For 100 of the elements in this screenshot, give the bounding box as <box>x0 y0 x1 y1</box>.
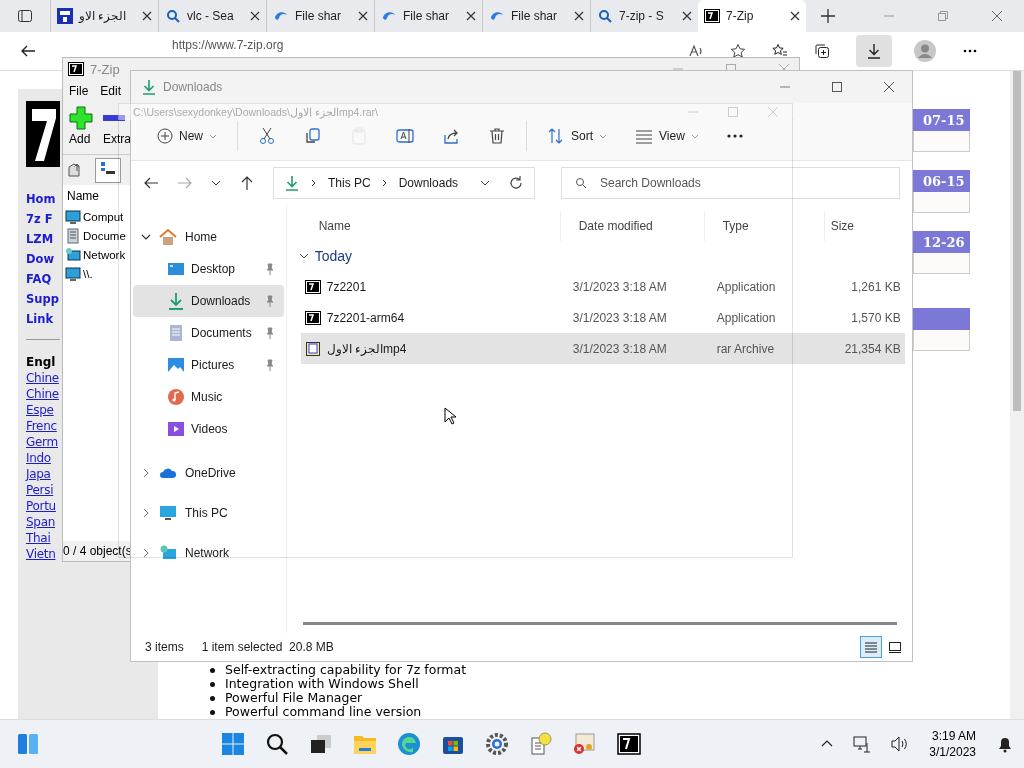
group-header[interactable]: Today <box>314 248 353 264</box>
chevron-down-icon[interactable] <box>298 251 309 261</box>
help-document-icon[interactable] <box>528 732 553 756</box>
toolbar-button[interactable]: New <box>145 122 229 149</box>
nav-link[interactable]: Link <box>26 309 59 329</box>
status-text: 3 items <box>145 640 184 654</box>
new-tab-icon[interactable] <box>820 8 836 24</box>
nav-link[interactable]: FAQ <box>26 269 59 289</box>
address-bar[interactable]: This PC Downloads <box>273 167 535 199</box>
sidebar-item[interactable]: Pictures <box>133 349 284 381</box>
gear-icon[interactable] <box>484 732 509 756</box>
sidebar-item[interactable]: Music <box>133 381 284 413</box>
close-icon[interactable] <box>682 11 692 21</box>
view-button[interactable] <box>95 157 121 183</box>
language-link[interactable]: Chine <box>26 386 59 402</box>
nav-link[interactable]: 7z F <box>26 209 59 229</box>
certificate-icon[interactable] <box>572 732 597 756</box>
nav-link[interactable]: Dow <box>26 249 59 269</box>
chevron-down-icon[interactable] <box>480 178 490 188</box>
language-link[interactable]: Espe <box>26 402 54 418</box>
menu-item[interactable]: Edit <box>100 84 122 98</box>
read-aloud-icon[interactable] <box>688 43 704 59</box>
close-icon[interactable] <box>358 11 368 21</box>
language-link[interactable]: Japa <box>26 466 51 482</box>
toolbar-button[interactable]: Sort <box>535 122 620 149</box>
breadcrumb-item[interactable]: This PC <box>328 176 371 190</box>
search-icon[interactable] <box>264 732 289 756</box>
language-link[interactable]: Thai <box>26 530 51 546</box>
language-link[interactable]: Germ <box>26 434 58 450</box>
star-icon[interactable] <box>730 43 746 59</box>
clock[interactable]: 3:19 AM 3/1/2023 <box>929 728 976 760</box>
sidebar-item[interactable]: Desktop <box>133 253 284 285</box>
sidebar-item[interactable]: OneDrive <box>133 453 284 493</box>
back-icon[interactable] <box>20 43 36 59</box>
file-row[interactable]: 7z2201-arm64 3/1/2023 3:18 AM Application 1,570 KB <box>300 302 905 333</box>
sidebar-item[interactable]: Videos <box>133 413 284 445</box>
collections-icon[interactable] <box>814 43 830 59</box>
sidebar-item[interactable]: Downloads <box>133 285 284 317</box>
task-view-icon[interactable] <box>308 732 333 756</box>
chevron-right-icon[interactable] <box>141 468 151 478</box>
toolbar-button[interactable]: View <box>623 122 711 149</box>
breadcrumb-item[interactable]: Downloads <box>398 176 459 190</box>
chevron-down-icon[interactable] <box>211 178 221 188</box>
close-icon[interactable] <box>142 11 152 21</box>
list-item[interactable]: \\. <box>65 266 93 282</box>
language-link[interactable]: Persi <box>26 482 54 498</box>
column-header[interactable]: Size <box>824 211 901 241</box>
refresh-icon[interactable] <box>508 175 524 191</box>
notification-icon[interactable] <box>996 735 1014 753</box>
close-icon[interactable] <box>884 82 894 92</box>
chevron-right-icon[interactable] <box>141 508 151 518</box>
sidebar-item[interactable]: This PC <box>133 493 284 533</box>
language-link[interactable]: Span <box>26 514 55 530</box>
address-field[interactable]: https://www.7-zip.org <box>172 38 284 52</box>
file-row[interactable]: 7z2201 3/1/2023 3:18 AM Application 1,261 KB <box>300 271 905 302</box>
language-link[interactable]: Indo <box>26 450 51 466</box>
nav-link[interactable]: Hom <box>26 189 59 209</box>
widgets-icon[interactable] <box>16 732 40 756</box>
column-header[interactable]: Name <box>296 211 561 241</box>
close-icon[interactable] <box>466 11 476 21</box>
tab-actions-icon[interactable] <box>17 8 33 24</box>
sidebar-item[interactable]: Network <box>133 533 284 573</box>
list-item[interactable]: Docume <box>65 228 126 244</box>
browser-tab[interactable]: 7-Zip <box>698 0 806 32</box>
column-header[interactable]: Name <box>65 189 99 203</box>
nav-link[interactable]: Supp <box>26 289 59 309</box>
sidebar-item[interactable]: Home <box>133 221 284 253</box>
language-link[interactable]: Vietn <box>26 546 56 562</box>
language-link[interactable]: Chine <box>26 370 59 386</box>
avatar-icon[interactable] <box>914 40 936 62</box>
toolbar-button[interactable]: Extra <box>103 106 131 150</box>
back-icon[interactable] <box>143 175 159 191</box>
chevron-right-icon[interactable] <box>141 548 151 558</box>
sidebar-item[interactable]: Documents <box>133 317 284 349</box>
column-header[interactable]: Type <box>704 211 825 241</box>
language-link[interactable]: Portu <box>26 498 56 514</box>
network-icon[interactable] <box>853 735 872 753</box>
start-icon[interactable] <box>220 732 245 756</box>
up-icon[interactable] <box>239 175 255 191</box>
app-icon[interactable] <box>616 732 641 756</box>
close-icon[interactable] <box>790 11 800 21</box>
downloads-button[interactable] <box>856 35 892 67</box>
scrollbar[interactable] <box>1010 71 1024 719</box>
search-field[interactable]: Search Downloads <box>561 167 900 199</box>
column-header[interactable]: Date modified <box>560 211 705 241</box>
favorites-icon[interactable] <box>772 43 788 59</box>
scrollbar[interactable] <box>302 622 897 625</box>
chevron-down-icon[interactable] <box>141 232 151 242</box>
nav-link[interactable]: LZM <box>26 229 59 249</box>
list-item[interactable]: Network <box>65 247 126 263</box>
menu-item[interactable]: File <box>69 84 89 98</box>
speaker-icon[interactable] <box>891 735 910 753</box>
browser-icon[interactable] <box>396 732 421 756</box>
view-toggle[interactable] <box>860 636 882 658</box>
close-icon[interactable] <box>250 11 260 21</box>
maximize-icon[interactable] <box>832 82 842 92</box>
list-item[interactable]: Comput <box>65 209 124 225</box>
toolbar-button[interactable]: Add <box>69 106 93 150</box>
language-link[interactable]: Frenc <box>26 418 57 434</box>
close-icon[interactable] <box>574 11 584 21</box>
